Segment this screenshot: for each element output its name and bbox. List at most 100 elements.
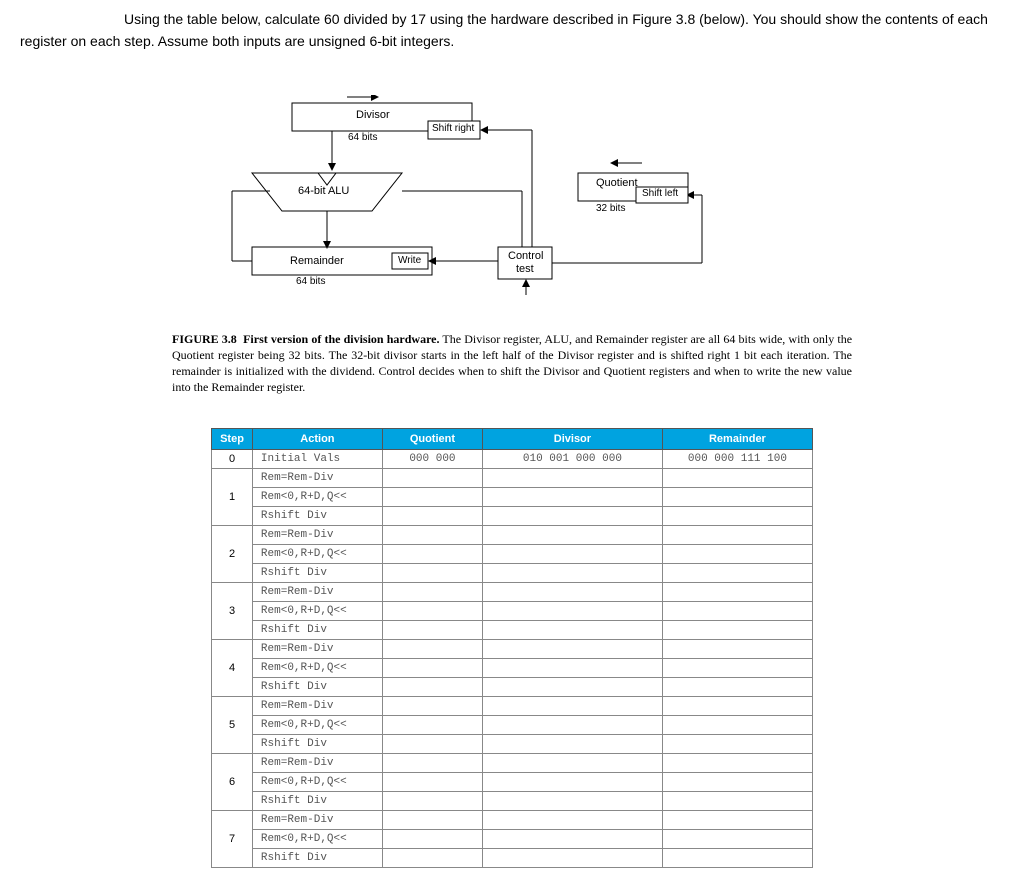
cell-remainder	[662, 810, 812, 829]
cell-divisor	[482, 468, 662, 487]
table-row: 6Rem=Rem-Div	[212, 753, 813, 772]
cell-quotient	[382, 506, 482, 525]
cell-divisor	[482, 487, 662, 506]
cell-remainder	[662, 563, 812, 582]
quotient-bits-label: 32 bits	[596, 203, 625, 214]
cell-remainder	[662, 601, 812, 620]
cell-quotient	[382, 696, 482, 715]
cell-action: Rem=Rem-Div	[252, 582, 382, 601]
cell-divisor	[482, 734, 662, 753]
cell-action: Rshift Div	[252, 734, 382, 753]
cell-remainder	[662, 677, 812, 696]
cell-action: Rem<0,R+D,Q<<	[252, 658, 382, 677]
cell-action: Rshift Div	[252, 620, 382, 639]
table-row: Rem<0,R+D,Q<<	[212, 715, 813, 734]
cell-divisor	[482, 772, 662, 791]
cell-action: Rshift Div	[252, 563, 382, 582]
cell-step: 6	[212, 753, 253, 810]
figure-3-8-diagram: Divisor Shift right 64 bits 64-bit ALU R…	[172, 95, 852, 325]
caption-lead: FIGURE 3.8	[172, 332, 237, 346]
cell-step: 1	[212, 468, 253, 525]
table-row: 3Rem=Rem-Div	[212, 582, 813, 601]
table-row: 0Initial Vals000 000010 001 000 000000 0…	[212, 449, 813, 468]
table-header-row: Step Action Quotient Divisor Remainder	[212, 428, 813, 449]
cell-divisor	[482, 544, 662, 563]
cell-quotient	[382, 620, 482, 639]
shift-left-label: Shift left	[642, 188, 678, 199]
cell-action: Initial Vals	[252, 449, 382, 468]
table-row: Rshift Div	[212, 791, 813, 810]
table-row: 5Rem=Rem-Div	[212, 696, 813, 715]
cell-action: Rem=Rem-Div	[252, 753, 382, 772]
cell-quotient	[382, 677, 482, 696]
cell-action: Rem<0,R+D,Q<<	[252, 601, 382, 620]
cell-remainder	[662, 772, 812, 791]
table-row: 1Rem=Rem-Div	[212, 468, 813, 487]
cell-quotient	[382, 791, 482, 810]
cell-remainder: 000 000 111 100	[662, 449, 812, 468]
cell-action: Rem=Rem-Div	[252, 525, 382, 544]
cell-action: Rem=Rem-Div	[252, 639, 382, 658]
figure-caption: FIGURE 3.8 First version of the division…	[172, 331, 852, 396]
cell-quotient	[382, 715, 482, 734]
cell-divisor	[482, 582, 662, 601]
cell-divisor	[482, 848, 662, 867]
cell-remainder	[662, 620, 812, 639]
table-row: Rshift Div	[212, 677, 813, 696]
cell-quotient	[382, 601, 482, 620]
division-table: Step Action Quotient Divisor Remainder 0…	[211, 428, 813, 868]
remainder-bits-label: 64 bits	[296, 276, 325, 287]
cell-divisor	[482, 677, 662, 696]
cell-divisor	[482, 658, 662, 677]
remainder-label: Remainder	[290, 255, 344, 267]
write-label: Write	[398, 255, 421, 266]
cell-quotient	[382, 829, 482, 848]
cell-action: Rem<0,R+D,Q<<	[252, 772, 382, 791]
cell-step: 3	[212, 582, 253, 639]
cell-divisor	[482, 810, 662, 829]
cell-remainder	[662, 525, 812, 544]
table-row: Rem<0,R+D,Q<<	[212, 544, 813, 563]
cell-action: Rem<0,R+D,Q<<	[252, 487, 382, 506]
cell-action: Rem<0,R+D,Q<<	[252, 829, 382, 848]
col-quotient: Quotient	[382, 428, 482, 449]
table-row: 4Rem=Rem-Div	[212, 639, 813, 658]
control-label-2: test	[516, 263, 534, 275]
cell-action: Rem<0,R+D,Q<<	[252, 715, 382, 734]
cell-remainder	[662, 734, 812, 753]
cell-step: 0	[212, 449, 253, 468]
cell-remainder	[662, 715, 812, 734]
cell-remainder	[662, 582, 812, 601]
cell-quotient	[382, 810, 482, 829]
cell-remainder	[662, 658, 812, 677]
cell-quotient	[382, 753, 482, 772]
col-action: Action	[252, 428, 382, 449]
table-row: Rem<0,R+D,Q<<	[212, 658, 813, 677]
cell-divisor	[482, 715, 662, 734]
cell-quotient	[382, 487, 482, 506]
cell-divisor	[482, 639, 662, 658]
col-remainder: Remainder	[662, 428, 812, 449]
table-row: Rem<0,R+D,Q<<	[212, 829, 813, 848]
cell-divisor	[482, 563, 662, 582]
caption-bold: First version of the division hardware.	[243, 332, 439, 346]
alu-label: 64-bit ALU	[298, 185, 349, 197]
col-divisor: Divisor	[482, 428, 662, 449]
cell-quotient	[382, 772, 482, 791]
cell-remainder	[662, 544, 812, 563]
prompt-line1: Using the table below, calculate 60 divi…	[20, 8, 1004, 30]
divisor-bits-label: 64 bits	[348, 132, 377, 143]
cell-action: Rshift Div	[252, 848, 382, 867]
quotient-label: Quotient	[596, 177, 638, 189]
table-row: Rshift Div	[212, 620, 813, 639]
table-row: Rshift Div	[212, 848, 813, 867]
cell-step: 4	[212, 639, 253, 696]
cell-action: Rem=Rem-Div	[252, 696, 382, 715]
cell-remainder	[662, 829, 812, 848]
cell-remainder	[662, 487, 812, 506]
control-label-1: Control	[508, 250, 543, 262]
cell-divisor	[482, 753, 662, 772]
table-row: Rem<0,R+D,Q<<	[212, 487, 813, 506]
cell-quotient	[382, 658, 482, 677]
cell-quotient: 000 000	[382, 449, 482, 468]
